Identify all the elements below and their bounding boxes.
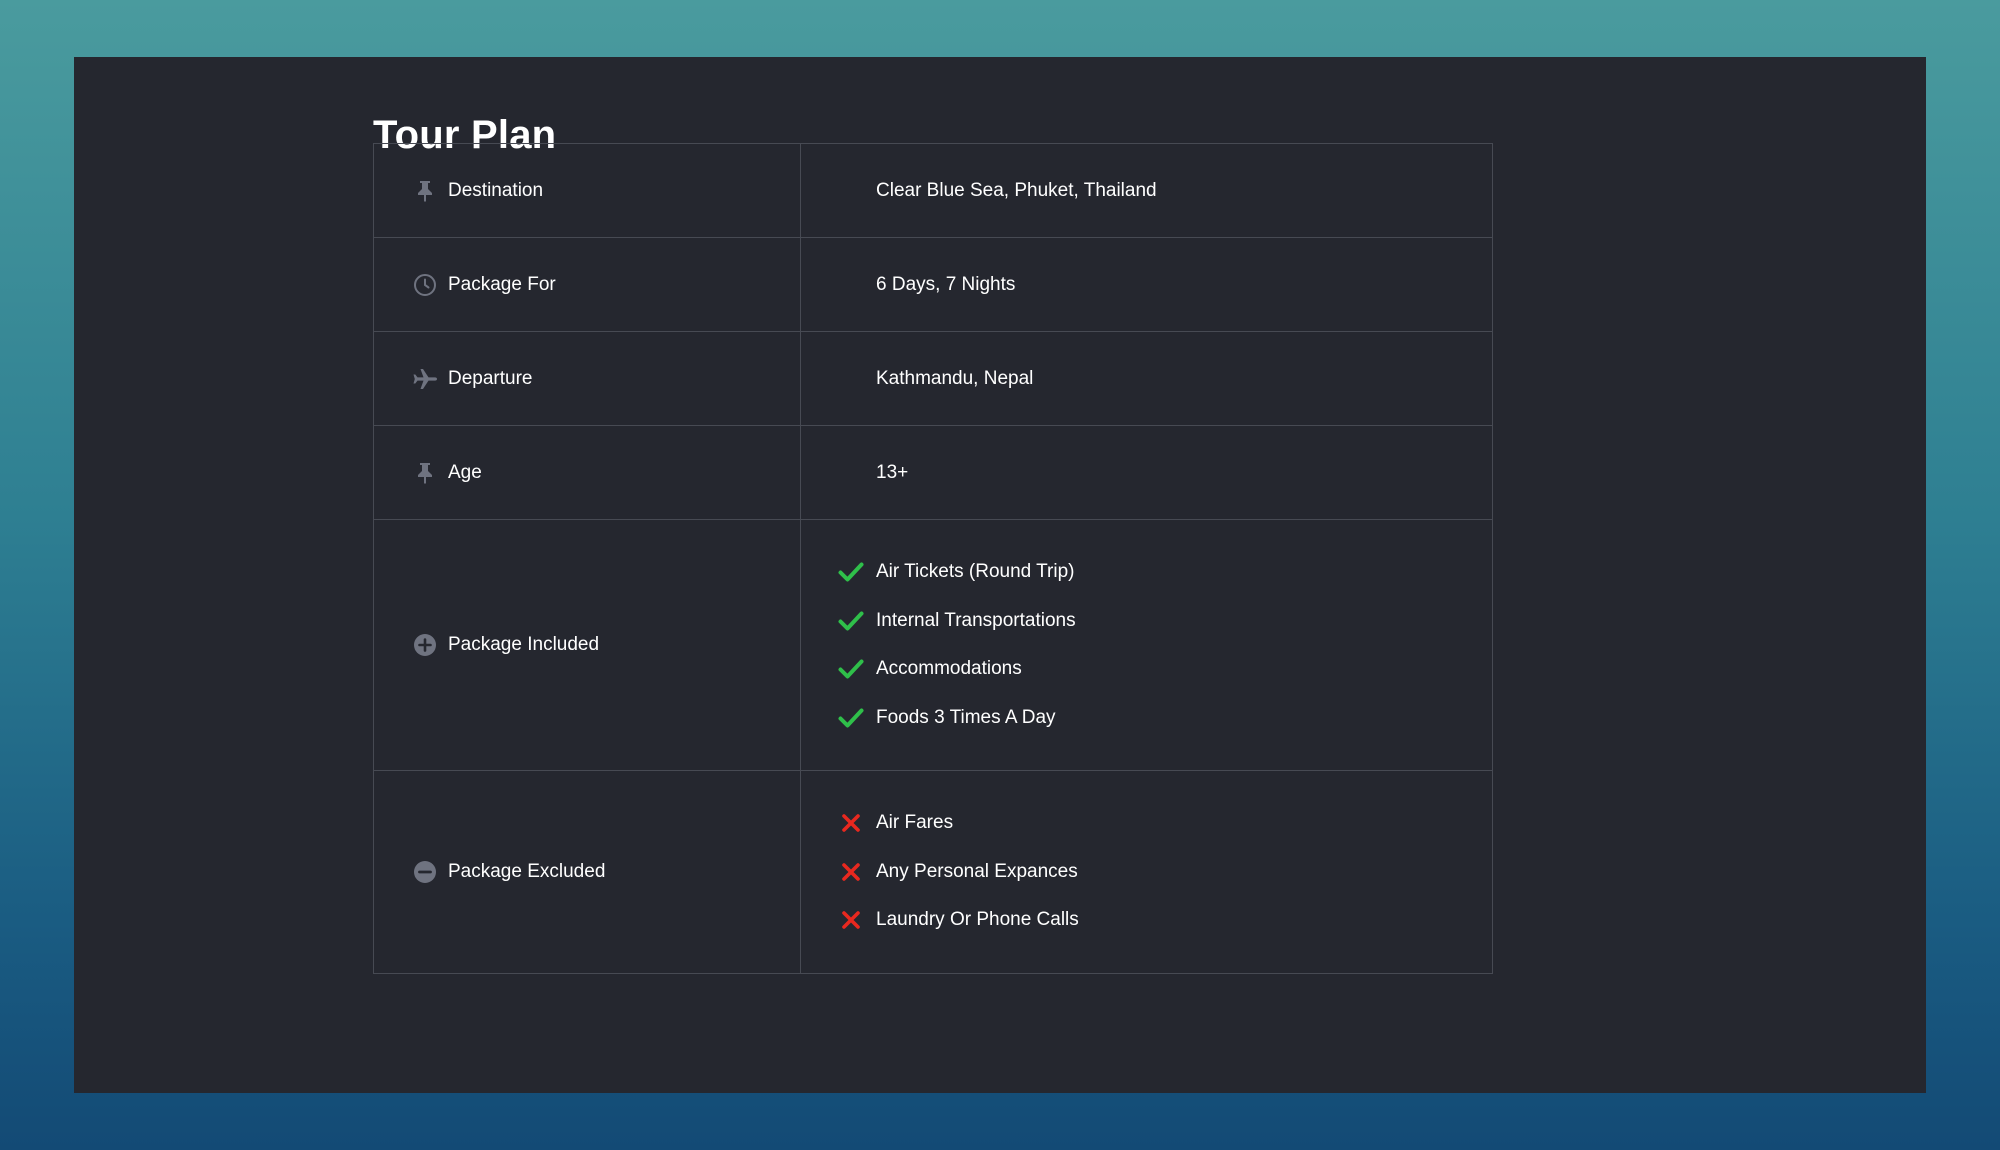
row-value-cell: Kathmandu, Nepal	[800, 331, 1493, 426]
list-item: Internal Transportations	[837, 597, 1492, 646]
tour-plan-table: Destination Clear Blue Sea, Phuket, Thai…	[373, 143, 1493, 974]
row-label: Package Excluded	[448, 860, 606, 882]
table-row-package-included: Package Included Air Tickets (Round Trip…	[373, 519, 1493, 771]
row-label: Destination	[448, 179, 544, 201]
table-row-departure: Departure Kathmandu, Nepal	[373, 331, 1493, 426]
pin-icon	[412, 178, 438, 204]
row-label: Age	[448, 461, 482, 483]
row-value-cell: 6 Days, 7 Nights	[800, 237, 1493, 332]
included-item-label: Air Tickets (Round Trip)	[876, 561, 1075, 583]
row-value: Kathmandu, Nepal	[876, 367, 1034, 389]
row-label-cell: Package Excluded	[373, 770, 801, 974]
pin-icon	[412, 460, 438, 486]
list-item: Laundry Or Phone Calls	[837, 896, 1492, 945]
row-value: Clear Blue Sea, Phuket, Thailand	[876, 179, 1157, 201]
list-item: Foods 3 Times A Day	[837, 694, 1492, 743]
check-icon	[837, 558, 865, 586]
check-icon	[837, 607, 865, 635]
included-list-cell: Air Tickets (Round Trip) Internal Transp…	[800, 519, 1493, 771]
included-item-label: Accommodations	[876, 658, 1022, 680]
row-label: Package For	[448, 273, 556, 295]
row-label-cell: Package For	[373, 237, 801, 332]
cross-icon	[837, 906, 865, 934]
list-item: Accommodations	[837, 645, 1492, 694]
included-item-label: Foods 3 Times A Day	[876, 706, 1056, 728]
list-item: Air Fares	[837, 799, 1492, 848]
row-label-cell: Destination	[373, 143, 801, 238]
plus-circle-icon	[412, 632, 438, 658]
row-label-cell: Package Included	[373, 519, 801, 771]
check-icon	[837, 655, 865, 683]
row-label-cell: Departure	[373, 331, 801, 426]
cross-icon	[837, 858, 865, 886]
row-value: 6 Days, 7 Nights	[876, 273, 1016, 295]
row-label: Departure	[448, 367, 533, 389]
list-item: Any Personal Expances	[837, 848, 1492, 897]
excluded-item-label: Any Personal Expances	[876, 860, 1078, 882]
minus-circle-icon	[412, 859, 438, 885]
excluded-list-cell: Air Fares Any Personal Expances Laundry …	[800, 770, 1493, 974]
excluded-item-label: Laundry Or Phone Calls	[876, 909, 1079, 931]
row-label-cell: Age	[373, 425, 801, 520]
clock-icon	[412, 272, 438, 298]
row-value-cell: 13+	[800, 425, 1493, 520]
included-item-label: Internal Transportations	[876, 609, 1076, 631]
list-item: Air Tickets (Round Trip)	[837, 548, 1492, 597]
row-label: Package Included	[448, 634, 600, 655]
table-row-age: Age 13+	[373, 425, 1493, 520]
check-icon	[837, 704, 865, 732]
row-value: 13+	[876, 461, 909, 483]
table-row-destination: Destination Clear Blue Sea, Phuket, Thai…	[373, 143, 1493, 238]
excluded-item-label: Air Fares	[876, 812, 954, 834]
table-row-package-excluded: Package Excluded Air Fares Any Personal …	[373, 770, 1493, 974]
plane-icon	[412, 366, 438, 392]
table-row-package-for: Package For 6 Days, 7 Nights	[373, 237, 1493, 332]
cross-icon	[837, 809, 865, 837]
row-value-cell: Clear Blue Sea, Phuket, Thailand	[800, 143, 1493, 238]
